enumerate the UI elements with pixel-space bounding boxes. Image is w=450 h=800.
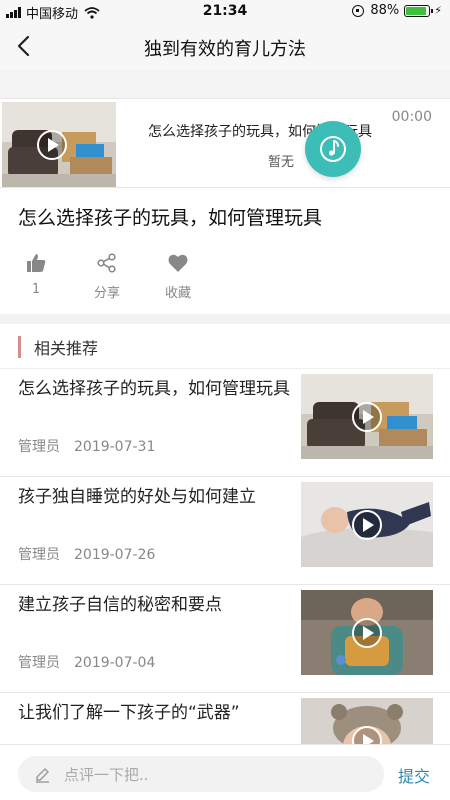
charging-icon: ⚡ [434,4,442,17]
player-thumbnail[interactable] [2,102,116,187]
section-spacer [0,314,450,324]
pencil-icon [36,768,49,783]
item-meta: 管理员 2019-07-04 [18,652,155,672]
music-play-button[interactable] [305,121,361,177]
status-bar: 中国移动 21:34 88% ⚡ [0,0,450,22]
comment-placeholder: 点评一下把.. [64,766,149,784]
favorite-button[interactable]: 收藏 [148,252,208,301]
item-date: 2019-07-31 [74,439,156,455]
share-button[interactable]: 分享 [77,252,137,301]
list-item[interactable]: 怎么选择孩子的玩具，如何管理玩具 管理员 2019-07-31 [0,370,450,477]
rotation-lock-icon [352,4,365,17]
item-thumbnail[interactable] [301,482,433,567]
item-title: 让我们了解一下孩子的“武器” [18,703,240,723]
music-note-icon [320,136,346,162]
comment-input[interactable]: 点评一下把.. [18,756,384,792]
heart-icon [168,254,188,272]
action-row: 1 分享 收藏 [0,252,450,312]
item-author: 管理员 [18,547,60,563]
like-count: 1 [31,282,41,297]
comment-bar: 点评一下把.. 提交 [0,744,450,800]
share-label: 分享 [93,286,120,301]
item-title: 建立孩子自信的秘密和要点 [18,595,222,615]
battery-icon [404,4,434,17]
like-button[interactable]: 1 [6,252,66,297]
audio-player: 怎么选择孩子的玩具，如何管理玩具 00:00 暂无 [0,98,450,188]
item-title: 孩子独自睡觉的好处与如何建立 [18,487,256,507]
item-meta: 管理员 2019-07-26 [18,544,155,564]
play-icon[interactable] [35,128,69,162]
status-right: 88% ⚡ [352,3,442,18]
item-author: 管理员 [18,439,60,455]
item-title: 怎么选择孩子的玩具，如何管理玩具 [18,379,290,399]
page-title: 独到有效的育儿方法 [144,39,306,60]
article-title: 怎么选择孩子的玩具，如何管理玩具 [18,207,323,229]
top-spacer [0,70,450,98]
item-thumbnail[interactable] [301,374,433,459]
list-item[interactable]: 建立孩子自信的秘密和要点 管理员 2019-07-04 [0,586,450,693]
list-item[interactable]: 孩子独自睡觉的好处与如何建立 管理员 2019-07-26 [0,478,450,585]
item-meta: 管理员 2019-07-31 [18,436,155,456]
item-author: 管理员 [18,655,60,671]
play-icon[interactable] [350,616,384,650]
item-date: 2019-07-04 [74,655,156,671]
thumbs-up-icon [27,254,46,272]
player-status: 暂无 [268,155,295,170]
section-title: 相关推荐 [34,339,99,358]
item-date: 2019-07-26 [74,547,156,563]
divider [0,368,450,369]
favorite-label: 收藏 [164,286,191,301]
player-time: 00:00 [391,109,432,125]
nav-bar: 独到有效的育儿方法 [0,22,450,70]
submit-button[interactable]: 提交 [398,763,430,787]
section-accent-bar [18,336,21,358]
share-icon [97,253,116,273]
play-icon[interactable] [350,400,384,434]
item-thumbnail[interactable] [301,590,433,675]
section-header: 相关推荐 [18,336,98,358]
battery-fill [406,6,426,15]
play-icon[interactable] [350,508,384,542]
battery-percent: 88% [370,3,400,18]
